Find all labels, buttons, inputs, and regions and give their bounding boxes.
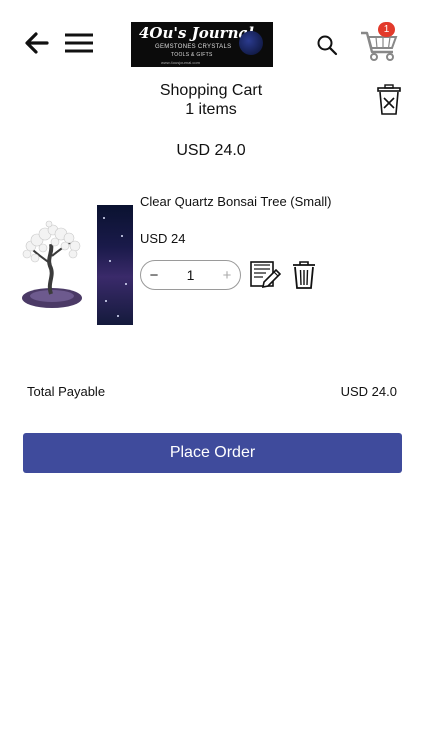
product-price: USD 24 [140,231,186,246]
back-arrow-icon [25,32,49,54]
logo-title: 4Ou's Journal [139,24,254,42]
cart-count-badge: 1 [378,22,395,37]
cart-title: Shopping Cart [159,82,263,99]
search-button[interactable] [314,32,340,58]
cart-item-count: 1 items [185,101,237,118]
logo-url: www.4ousjournal.com [161,60,200,65]
increment-button[interactable]: + [214,267,240,284]
clear-cart-icon [377,84,401,115]
clear-cart-button[interactable] [374,83,404,117]
quantity-value[interactable]: 1 [167,267,214,283]
search-icon [317,35,338,56]
delete-item-button[interactable] [290,259,318,291]
logo-emblem [239,31,263,55]
total-payable-value: USD 24.0 [340,384,397,399]
product-image[interactable] [17,220,87,312]
menu-button[interactable] [64,30,94,56]
bonsai-tree-image [22,220,82,308]
trash-icon [293,261,315,289]
menu-icon [65,33,93,53]
edit-item-button[interactable] [248,258,282,292]
cart-total: USD 24.0 [176,142,246,159]
total-payable-label: Total Payable [27,384,106,399]
quantity-stepper: − 1 + [140,260,241,290]
logo-subtitle-2: TOOLS & GIFTS [171,52,213,58]
product-name[interactable]: Clear Quartz Bonsai Tree (Small) [140,194,331,209]
decrement-button[interactable]: − [141,267,167,284]
logo-subtitle: GEMSTONES CRYSTALS [155,44,232,50]
brand-logo[interactable]: 4Ou's Journal GEMSTONES CRYSTALS TOOLS &… [131,22,273,67]
product-banner-image [97,205,133,325]
place-order-button[interactable]: Place Order [23,433,402,473]
back-button[interactable] [24,30,50,56]
edit-note-icon [250,261,281,289]
total-payable-row: Total Payable USD 24.0 [27,384,397,399]
